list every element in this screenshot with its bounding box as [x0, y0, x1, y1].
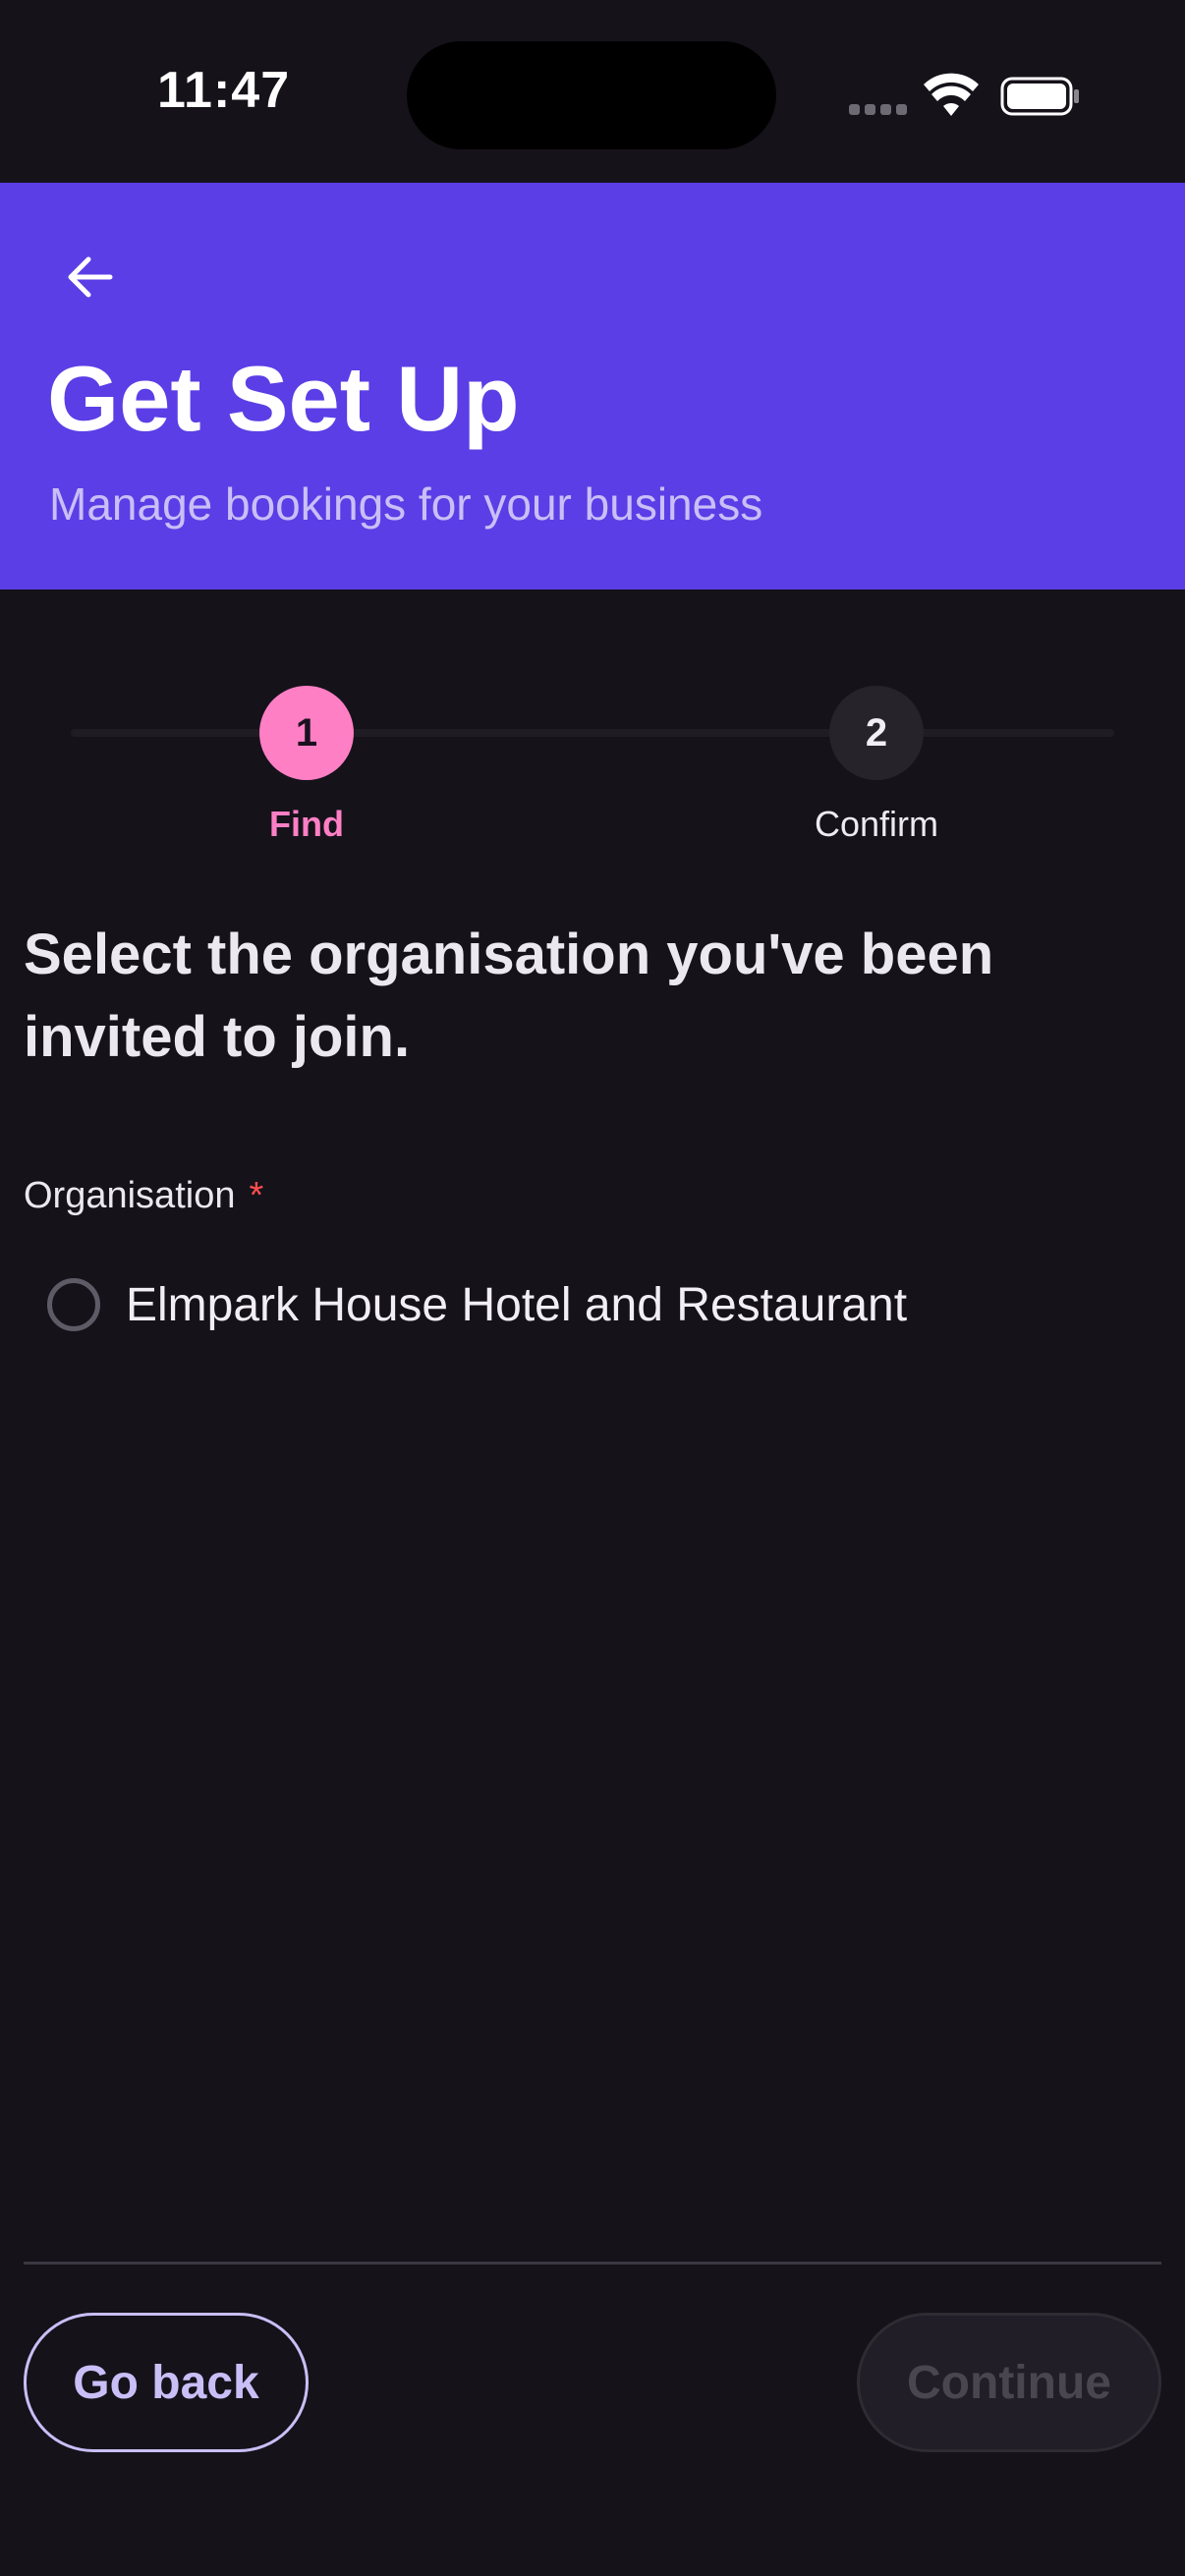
radio-button[interactable]	[47, 1278, 100, 1331]
step-label: Confirm	[814, 804, 939, 844]
page-subtitle: Manage bookings for your business	[49, 478, 763, 530]
arrow-left-icon[interactable]	[61, 248, 120, 307]
required-asterisk: *	[249, 1175, 264, 1216]
step-find: 1 Find	[159, 678, 454, 845]
field-label-text: Organisation	[24, 1175, 236, 1216]
battery-icon	[1000, 77, 1079, 116]
radio-option-label[interactable]: Elmpark House Hotel and Restaurant	[126, 1278, 907, 1332]
step-label: Find	[269, 804, 344, 844]
status-time: 11:47	[157, 62, 291, 119]
organisation-field-label: Organisation *	[24, 1175, 263, 1217]
stepper: 1 Find 2 Confirm	[0, 678, 1185, 855]
footer-divider	[24, 2262, 1161, 2265]
wifi-icon	[924, 73, 979, 116]
step-number: 2	[829, 686, 924, 780]
header: Get Set Up Manage bookings for your busi…	[0, 183, 1185, 589]
organisation-radio-option[interactable]: Elmpark House Hotel and Restaurant	[24, 1267, 907, 1342]
page-title: Get Set Up	[47, 347, 520, 450]
go-back-button[interactable]: Go back	[24, 2313, 309, 2452]
continue-button[interactable]: Continue	[857, 2313, 1161, 2452]
cellular-signal-icon	[849, 104, 908, 116]
status-bar: 11:47	[0, 0, 1185, 183]
step-number: 1	[259, 686, 354, 780]
dynamic-island	[407, 41, 776, 149]
step-confirm: 2 Confirm	[729, 678, 1024, 845]
form-prompt: Select the organisation you've been invi…	[24, 923, 994, 1069]
